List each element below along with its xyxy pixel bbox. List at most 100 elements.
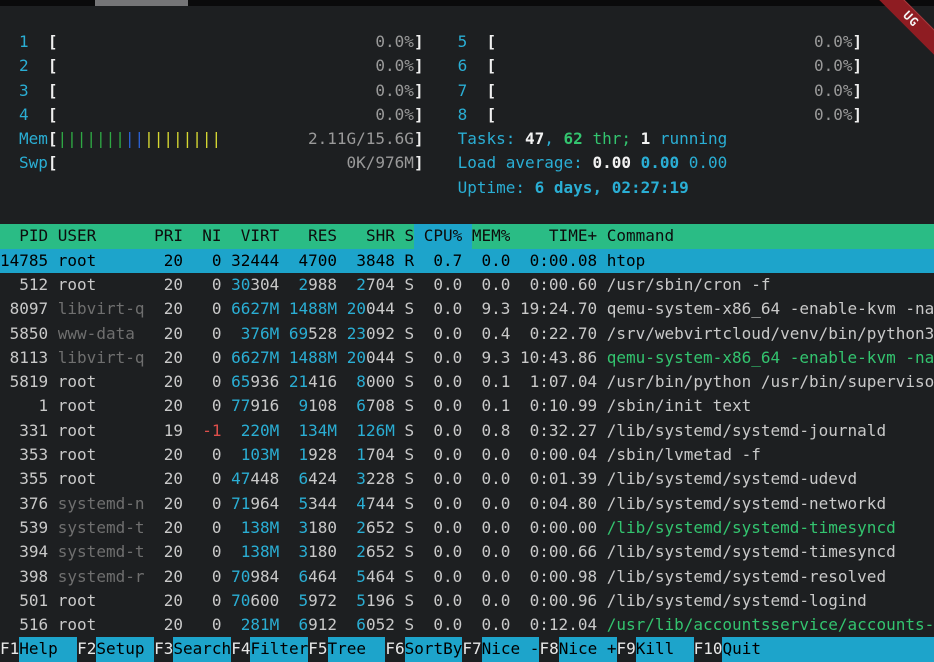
memory-meter-value: 2.11G/15.6G <box>308 127 414 151</box>
process-row-516[interactable]: 516root200281M69126052S0.00.00:12.04/usr… <box>0 613 934 637</box>
state-cell: S <box>404 589 414 613</box>
cpu-meter-5: 5[0.0%] <box>458 30 863 54</box>
meter-open-bracket: [ <box>48 127 58 151</box>
command-cell: /srv/webvirtcloud/venv/bin/python3 <box>607 322 934 346</box>
process-row-1[interactable]: 1root2007791691086708S0.00.10:10.99/sbin… <box>0 394 934 418</box>
command-cell: /lib/systemd/systemd-logind <box>607 589 934 613</box>
cpu-meter-label: 1 <box>19 30 48 54</box>
pid-cell: 394 <box>0 540 48 564</box>
memory-value: 134M <box>289 419 337 443</box>
state-cell: S <box>404 467 414 491</box>
process-row-5819[interactable]: 5819root20065936214168000S0.00.11:07.04/… <box>0 370 934 394</box>
memory-value: 376M <box>231 322 279 346</box>
column-header-shr[interactable]: SHR <box>347 224 395 248</box>
column-header-s[interactable]: S <box>404 224 414 248</box>
column-header-res[interactable]: RES <box>289 224 337 248</box>
user-cell: libvirt-q <box>58 297 145 321</box>
memory-value: 69528 <box>289 322 337 346</box>
cpu-percent-cell: 0.0 <box>424 443 463 467</box>
process-row-376[interactable]: 376systemd-n2007196453444744S0.00.00:04.… <box>0 492 934 516</box>
priority-cell: 20 <box>154 249 183 273</box>
tab-strip-segment[interactable] <box>95 0 188 6</box>
sort-column-highlight: CPU% <box>414 224 472 248</box>
cpu-meter-1: 1[0.0%] <box>19 30 424 54</box>
memory-value: 2652 <box>347 516 395 540</box>
process-row-353[interactable]: 353root200103M19281704S0.00.00:00.04/sbi… <box>0 443 934 467</box>
column-header-time[interactable]: TIME+ <box>520 224 597 248</box>
memory-value: 5972 <box>289 589 337 613</box>
mem-percent-cell: 0.1 <box>472 394 511 418</box>
user-cell: root <box>58 273 145 297</box>
state-cell: S <box>404 540 414 564</box>
column-header-ni[interactable]: NI <box>193 224 222 248</box>
column-header-cpu[interactable]: CPU% <box>424 224 463 248</box>
fkey-filter[interactable]: F4Filter <box>231 637 308 661</box>
memory-value: 126M <box>347 419 395 443</box>
process-row-8113[interactable]: 8113libvirt-q2006627M1488M20044S0.09.310… <box>0 346 934 370</box>
fkey-label: Help <box>19 637 77 661</box>
memory-meter: Mem[|||||||||||||||||2.11G/15.6G] <box>19 127 424 151</box>
user-cell: root <box>58 613 145 637</box>
fkey-search[interactable]: F3Search <box>154 637 231 661</box>
memory-value: 5464 <box>347 565 395 589</box>
column-header-pri[interactable]: PRI <box>154 224 183 248</box>
fkey-tree[interactable]: F5Tree <box>308 637 385 661</box>
fkey-quit[interactable]: F10Quit <box>694 637 934 661</box>
user-cell: systemd-r <box>58 565 145 589</box>
process-row-5850[interactable]: 5850www-data200376M6952823092S0.00.40:22… <box>0 322 934 346</box>
fkey-kill[interactable]: F9Kill <box>617 637 694 661</box>
nice-cell: 0 <box>193 467 222 491</box>
cache-pipe: | <box>154 127 164 151</box>
used-pipe: | <box>115 127 125 151</box>
process-row-512[interactable]: 512root2003030429882704S0.00.00:00.60/us… <box>0 273 934 297</box>
memory-value: 2652 <box>347 540 395 564</box>
uptime-line: Uptime: 6 days, 02:27:19 <box>458 176 863 200</box>
state-cell: S <box>404 443 414 467</box>
pid-cell: 14785 <box>0 249 48 273</box>
column-header-user[interactable]: USER <box>58 224 145 248</box>
process-row-539[interactable]: 539systemd-t200138M31802652S0.00.00:00.0… <box>0 516 934 540</box>
process-row-355[interactable]: 355root2004744864243228S0.00.00:01.39/li… <box>0 467 934 491</box>
fkey-nice[interactable]: F8Nice + <box>539 637 616 661</box>
memory-value: 3180 <box>289 540 337 564</box>
cache-pipe: | <box>183 127 193 151</box>
process-row-394[interactable]: 394systemd-t200138M31802652S0.00.00:00.6… <box>0 540 934 564</box>
memory-value: 5344 <box>289 492 337 516</box>
column-header-virt[interactable]: VIRT <box>231 224 279 248</box>
function-key-bar: F1Help F2Setup F3SearchF4FilterF5Tree F6… <box>0 637 934 661</box>
column-header-command[interactable]: Command <box>607 224 934 248</box>
process-row-14785[interactable]: 14785root2003244447003848R0.70.00:00.08h… <box>0 249 934 273</box>
fkey-setup[interactable]: F2Setup <box>77 637 154 661</box>
fkey-help[interactable]: F1Help <box>0 637 77 661</box>
memory-value: 5196 <box>347 589 395 613</box>
load-label: Load average: <box>458 151 593 175</box>
cpu-meter-value: 0.0% <box>375 79 414 103</box>
process-row-8097[interactable]: 8097libvirt-q2006627M1488M20044S0.09.319… <box>0 297 934 321</box>
column-header-pid[interactable]: PID <box>0 224 48 248</box>
process-row-501[interactable]: 501root2007060059725196S0.00.00:00.96/li… <box>0 589 934 613</box>
nice-cell: -1 <box>193 419 222 443</box>
cpu-meter-label: 6 <box>458 54 487 78</box>
cpu-meter-value: 0.0% <box>814 30 853 54</box>
command-cell: /usr/bin/python /usr/bin/superviso <box>607 370 934 394</box>
process-row-331[interactable]: 331root19-1220M134M126MS0.00.80:32.27/li… <box>0 419 934 443</box>
fkey-label: Nice + <box>559 637 617 661</box>
meter-close-bracket: ] <box>414 30 424 54</box>
fkey-label: Tree <box>328 637 386 661</box>
column-header-mem[interactable]: MEM% <box>472 224 511 248</box>
memory-value: 6912 <box>289 613 337 637</box>
fkey-sortby[interactable]: F6SortBy <box>385 637 462 661</box>
cpu-meter-label: 2 <box>19 54 48 78</box>
fkey-nice[interactable]: F7Nice - <box>462 637 539 661</box>
memory-value: 3848 <box>347 249 395 273</box>
load-average-line: Load average: 0.000.000.00 <box>458 151 863 175</box>
fkey-label: SortBy <box>405 637 463 661</box>
mem-percent-cell: 0.0 <box>472 589 511 613</box>
process-row-398[interactable]: 398systemd-r2007098464645464S0.00.00:00.… <box>0 565 934 589</box>
priority-cell: 20 <box>154 273 183 297</box>
used-pipe: | <box>77 127 87 151</box>
memory-meter-bar: |||||||||||||||||2.11G/15.6G <box>58 127 414 151</box>
cpu-meter-bar: 0.0% <box>496 30 852 54</box>
cpu-meter-label: 7 <box>458 79 487 103</box>
meter-fill: ||||||||||||||||| <box>58 127 222 151</box>
